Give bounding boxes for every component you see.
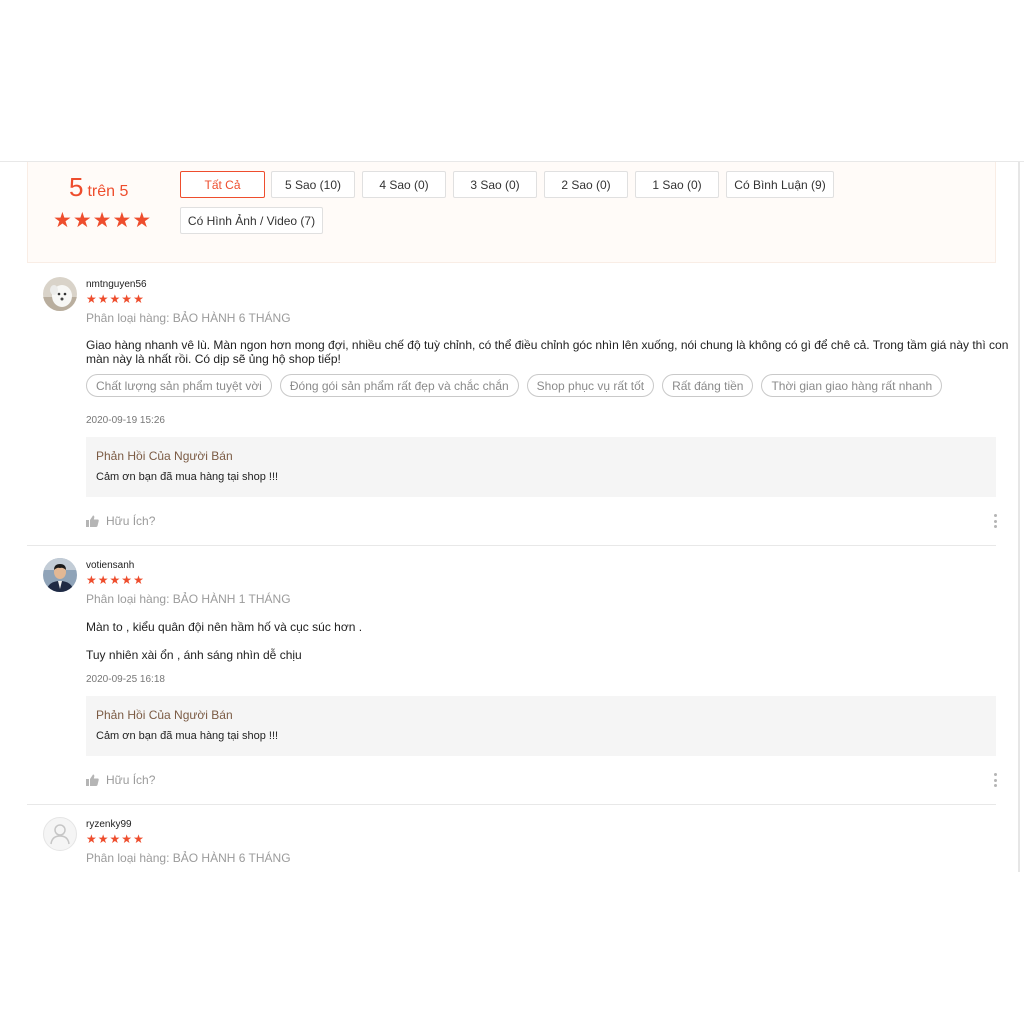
- review-text-line: Tuy nhiên xài ổn , ánh sáng nhìn dễ chịu: [86, 648, 302, 662]
- review-tags: Chất lượng sản phẩm tuyệt vời Đóng gói s…: [86, 374, 943, 397]
- person-avatar-icon: [43, 558, 77, 592]
- filter-with-comment[interactable]: Có Bình Luận (9): [726, 171, 834, 198]
- review-tag: Thời gian giao hàng rất nhanh: [761, 374, 943, 397]
- more-options-icon[interactable]: [992, 514, 998, 528]
- more-options-icon[interactable]: [992, 773, 998, 787]
- review-stars: ★ ★ ★ ★ ★: [86, 833, 144, 845]
- review-time: 2020-09-19 15:26: [86, 415, 165, 426]
- star-icon: ★: [109, 832, 121, 846]
- star-icon: ★: [121, 573, 133, 587]
- review-stars: ★ ★ ★ ★ ★: [86, 574, 144, 586]
- review-divider: [27, 545, 996, 546]
- star-icon: ★: [86, 832, 97, 846]
- review-tag: Shop phục vụ rất tốt: [526, 374, 655, 397]
- star-icon: ★: [97, 573, 109, 587]
- star-icon: ★: [86, 573, 97, 587]
- review-tag: Đóng gói sản phẩm rất đẹp và chắc chắn: [279, 374, 519, 397]
- star-icon: ★: [112, 209, 132, 232]
- star-icon: ★: [121, 292, 133, 306]
- thumbs-up-icon: [86, 774, 99, 786]
- star-icon: ★: [86, 292, 97, 306]
- star-icon: ★: [133, 292, 144, 306]
- review-item: ryzenky99 ★ ★ ★ ★ ★ Phân loại hàng: BẢO HÀNH…: [43, 817, 996, 871]
- star-icon: ★: [72, 209, 92, 232]
- default-user-icon: [50, 824, 70, 845]
- filter-2-star[interactable]: 2 Sao (0): [544, 171, 628, 198]
- review-variant: Phân loại hàng: BẢO HÀNH 1 THÁNG: [86, 592, 291, 606]
- star-icon: ★: [121, 832, 133, 846]
- review-username[interactable]: ryzenky99: [86, 819, 132, 830]
- star-icon: ★: [133, 832, 144, 846]
- review-tag: Rất đáng tiền: [662, 374, 754, 397]
- star-icon: ★: [97, 832, 109, 846]
- seller-reply-title: Phản Hồi Của Người Bán: [96, 449, 233, 463]
- review-content: nmtnguyen56 ★ ★ ★ ★ ★ Phân loại hàng: BẢO HÀ…: [86, 277, 1008, 537]
- review-username[interactable]: votiensanh: [86, 560, 134, 571]
- review-content: votiensanh ★ ★ ★ ★ ★ Phân loại hàng: BẢO HÀN…: [86, 558, 998, 798]
- review-text-line: Giao hàng nhanh vê lù. Màn ngon hơn mong…: [86, 338, 1009, 352]
- avatar[interactable]: [43, 817, 77, 851]
- filter-with-media[interactable]: Có Hình Ảnh / Video (7): [180, 207, 323, 234]
- star-icon: ★: [97, 292, 109, 306]
- filter-4-star[interactable]: 4 Sao (0): [362, 171, 446, 198]
- helpful-button[interactable]: Hữu Ích?: [86, 773, 155, 787]
- review-item: votiensanh ★ ★ ★ ★ ★ Phân loại hàng: BẢO HÀN…: [43, 558, 998, 798]
- top-strip: [0, 150, 1024, 162]
- review-content: ryzenky99 ★ ★ ★ ★ ★ Phân loại hàng: BẢO HÀNH…: [86, 817, 996, 871]
- avatar[interactable]: [43, 277, 77, 311]
- star-icon: ★: [133, 573, 144, 587]
- score-value: 5: [69, 172, 84, 202]
- star-icon: ★: [132, 209, 152, 232]
- review-divider: [27, 804, 996, 805]
- star-icon: ★: [53, 209, 72, 232]
- avatar[interactable]: [43, 558, 77, 592]
- filter-1-star[interactable]: 1 Sao (0): [635, 171, 719, 198]
- filter-all[interactable]: Tất Cả: [180, 171, 265, 198]
- review-time: 2020-09-25 16:18: [86, 674, 165, 685]
- helpful-button[interactable]: Hữu Ích?: [86, 514, 155, 528]
- seller-reply-text: Cảm ơn bạn đã mua hàng tại shop !!!: [96, 471, 279, 483]
- review-stars: ★ ★ ★ ★ ★: [86, 293, 144, 305]
- review-text-line: Màn to , kiểu quân đội nên hầm hố và cục…: [86, 620, 363, 634]
- average-stars: ★ ★ ★ ★ ★: [53, 210, 151, 231]
- scrollbar-track[interactable]: [1018, 162, 1020, 872]
- helpful-label: Hữu Ích?: [106, 514, 156, 528]
- seller-reply-text: Cảm ơn bạn đã mua hàng tại shop !!!: [96, 730, 279, 742]
- dog-avatar-icon: [43, 277, 77, 311]
- thumbs-up-icon: [86, 515, 99, 527]
- review-variant: Phân loại hàng: BẢO HÀNH 6 THÁNG: [86, 851, 291, 865]
- filter-3-star[interactable]: 3 Sao (0): [453, 171, 537, 198]
- star-icon: ★: [92, 209, 112, 232]
- review-tag: Chất lượng sản phẩm tuyệt vời: [86, 374, 272, 397]
- review-text-line: màn này là nhất rồi. Có dịp sẽ ủng hộ sh…: [86, 352, 341, 366]
- seller-reply: Phản Hồi Của Người Bán Cảm ơn bạn đã mua…: [86, 696, 996, 756]
- filter-5-star[interactable]: 5 Sao (10): [271, 171, 355, 198]
- review-username[interactable]: nmtnguyen56: [86, 279, 147, 290]
- rating-summary: 5 trên 5 ★ ★ ★ ★ ★ Tất Cả 5 Sao (10) 4 Sao (0…: [27, 162, 996, 263]
- star-icon: ★: [109, 573, 121, 587]
- seller-reply-title: Phản Hồi Của Người Bán: [96, 708, 233, 722]
- seller-reply: Phản Hồi Của Người Bán Cảm ơn bạn đã mua…: [86, 437, 996, 497]
- score-out-of: trên 5: [87, 183, 129, 200]
- review-variant: Phân loại hàng: BẢO HÀNH 6 THÁNG: [86, 311, 291, 325]
- star-icon: ★: [109, 292, 121, 306]
- review-item: nmtnguyen56 ★ ★ ★ ★ ★ Phân loại hàng: BẢO HÀ…: [43, 277, 1008, 537]
- helpful-label: Hữu Ích?: [106, 773, 156, 787]
- average-score: 5 trên 5: [69, 172, 128, 203]
